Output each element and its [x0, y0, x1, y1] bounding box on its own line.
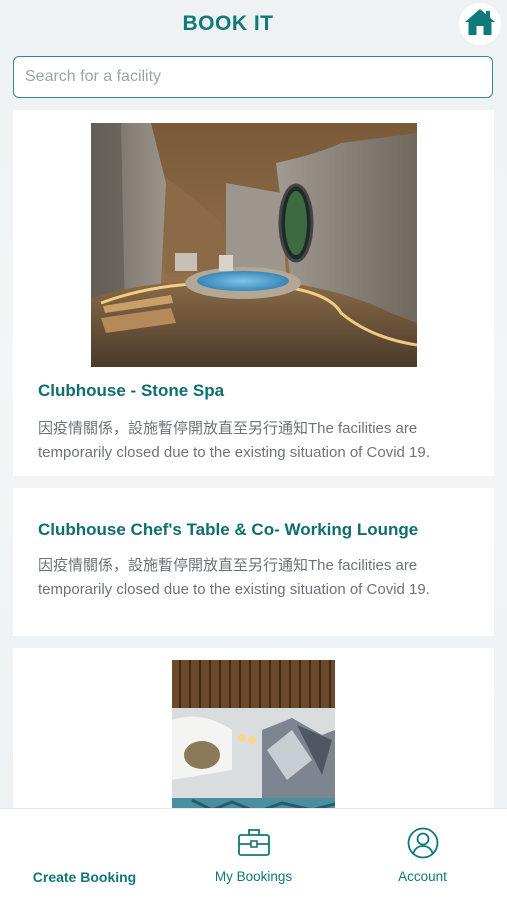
pool-image — [172, 660, 336, 818]
facility-title[interactable]: Clubhouse Chef's Table & Co- Working Lou… — [38, 520, 418, 540]
facility-card-chefs-table[interactable]: Clubhouse Chef's Table & Co- Working Lou… — [13, 488, 494, 636]
header: BOOK IT — [0, 0, 507, 50]
home-icon — [464, 7, 496, 42]
home-button[interactable] — [459, 3, 501, 45]
user-circle-icon — [407, 827, 439, 864]
tab-my-bookings[interactable]: My Bookings — [169, 809, 338, 901]
facility-list: Clubhouse - Stone Spa 因疫情關係，設施暫停開放直至另行通知… — [13, 110, 494, 830]
briefcase-icon — [237, 827, 271, 862]
tab-create-booking[interactable]: Create Booking — [0, 809, 169, 901]
facility-card-pool[interactable] — [13, 648, 494, 818]
facility-description: 因疫情關係，設施暫停開放直至另行通知The facilities are tem… — [38, 557, 430, 598]
tab-account[interactable]: Account — [338, 809, 507, 901]
tab-label: Account — [398, 869, 447, 884]
tab-label: My Bookings — [214, 869, 293, 884]
search-input[interactable] — [23, 67, 492, 87]
page-title: BOOK IT — [182, 12, 274, 35]
stone-spa-image — [91, 123, 418, 367]
facility-description: 因疫情關係，設施暫停開放直至另行通知The facilities are tem… — [38, 420, 430, 461]
bottom-tab-bar: Create Booking My Bookings Account — [0, 808, 507, 901]
search-field-container — [13, 56, 493, 98]
tab-label: Create Booking — [32, 869, 137, 885]
facility-card-stone-spa[interactable]: Clubhouse - Stone Spa 因疫情關係，設施暫停開放直至另行通知… — [13, 110, 494, 476]
facility-title[interactable]: Clubhouse - Stone Spa — [38, 381, 224, 401]
